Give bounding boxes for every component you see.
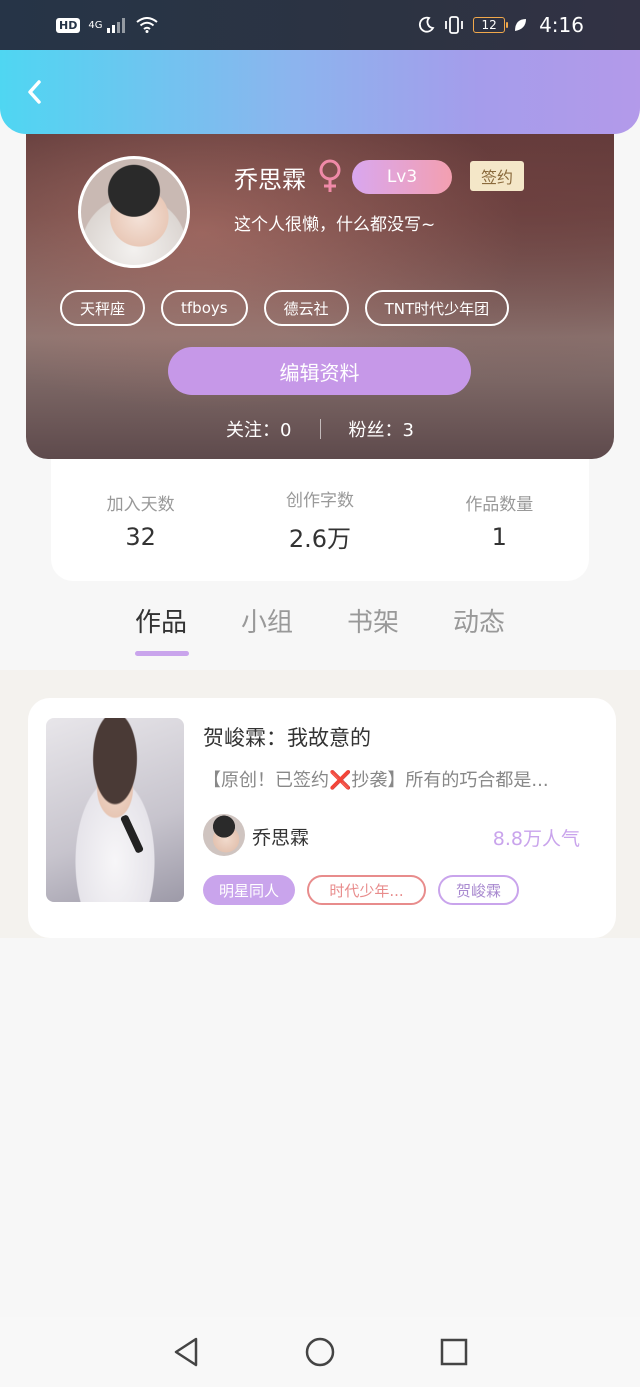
bio-text: 这个人很懒，什么都没写~ [234, 215, 436, 235]
following-count[interactable]: 关注：0 [226, 416, 291, 442]
work-tags: 明星同人 时代少年... 贺峻霖 [203, 875, 520, 905]
nav-recents-button[interactable] [434, 1332, 474, 1372]
tab-label: 动态 [453, 608, 506, 638]
work-tag[interactable]: 时代少年... [307, 875, 427, 905]
circle-home-icon [305, 1337, 335, 1367]
tab-active-indicator [134, 651, 189, 656]
triangle-back-icon [174, 1337, 198, 1367]
wifi-icon [136, 17, 159, 33]
level-badge: Lv3 [352, 160, 452, 194]
clock: 4:16 [539, 13, 584, 37]
interest-tag[interactable]: TNT时代少年团 [364, 290, 510, 326]
stat-join-days: 加入天数 32 [71, 490, 211, 551]
divider [319, 419, 321, 439]
tab-label: 小组 [240, 608, 293, 638]
stat-word-count: 创作字数 2.6万 [250, 486, 390, 554]
square-recents-icon [440, 1338, 468, 1366]
tab-activity[interactable]: 动态 [453, 598, 505, 668]
tab-groups[interactable]: 小组 [241, 598, 293, 668]
microphone-shape [119, 814, 145, 854]
work-description: 【原创！已签约❌抄袭】所有的巧合都是... [203, 770, 549, 791]
author-avatar[interactable] [203, 814, 245, 856]
chevron-left-icon [28, 80, 41, 104]
tab-label: 书架 [347, 608, 400, 638]
stat-value: 32 [125, 522, 156, 551]
author-name[interactable]: 乔思霖 [252, 823, 309, 850]
work-tag[interactable]: 明星同人 [203, 875, 296, 905]
tab-bar: 作品 小组 书架 动态 [0, 598, 640, 668]
leaf-icon [515, 19, 527, 31]
followers-count[interactable]: 粉丝：3 [349, 416, 414, 442]
works-list: 贺峻霖：我故意的 【原创！已签约❌抄袭】所有的巧合都是... 乔思霖 8.8万人… [0, 670, 640, 938]
moon-icon [419, 16, 435, 33]
status-left: HD 4G [56, 17, 159, 33]
interest-tag[interactable]: 天秤座 [60, 290, 146, 326]
nav-back-button[interactable] [166, 1332, 206, 1372]
hd-badge: HD [56, 17, 81, 33]
popularity-count: 8.8万人气 [492, 828, 580, 850]
stat-label: 加入天数 [106, 494, 175, 515]
header-bar [0, 50, 640, 134]
work-title[interactable]: 贺峻霖：我故意的 [203, 722, 371, 752]
stat-label: 创作字数 [285, 491, 354, 511]
system-nav-bar [0, 1317, 640, 1387]
tab-works[interactable]: 作品 [134, 598, 189, 668]
tab-label: 作品 [134, 608, 187, 638]
username: 乔思霖 [234, 166, 306, 194]
status-right: 12 4:16 [417, 13, 584, 37]
network-type: 4G [88, 19, 103, 31]
stats-card: 加入天数 32 创作字数 2.6万 作品数量 1 [51, 459, 589, 581]
tab-bookshelf[interactable]: 书架 [347, 598, 399, 668]
status-bar: HD 4G 12 4:16 [0, 0, 640, 50]
interest-tag[interactable]: 德云社 [263, 290, 349, 326]
signed-badge: 签约 [470, 161, 524, 191]
follow-stats: 关注：0 粉丝：3 [26, 416, 614, 442]
stat-works-count: 作品数量 1 [429, 490, 569, 551]
interest-tag[interactable]: tfboys [161, 290, 248, 326]
stat-value: 1 [491, 522, 507, 551]
profile-header: 乔思霖 Lv3 签约 这个人很懒，什么都没写~ 天秤座 tfboys 德云社 T… [26, 110, 614, 459]
vibrate-icon [445, 16, 463, 34]
signal-icon [107, 18, 126, 33]
back-button[interactable] [18, 76, 50, 108]
female-gender-icon [319, 159, 341, 192]
edit-profile-button[interactable]: 编辑资料 [168, 347, 471, 395]
battery-indicator: 12 [473, 17, 509, 33]
stat-label: 作品数量 [465, 494, 534, 515]
work-card[interactable]: 贺峻霖：我故意的 【原创！已签约❌抄袭】所有的巧合都是... 乔思霖 8.8万人… [28, 698, 616, 938]
avatar[interactable] [78, 156, 190, 268]
stat-value: 2.6万 [288, 525, 352, 553]
work-tag[interactable]: 贺峻霖 [438, 875, 520, 905]
interest-tags: 天秤座 tfboys 德云社 TNT时代少年团 [60, 290, 510, 326]
nav-home-button[interactable] [300, 1332, 340, 1372]
work-cover-image[interactable] [46, 718, 184, 902]
